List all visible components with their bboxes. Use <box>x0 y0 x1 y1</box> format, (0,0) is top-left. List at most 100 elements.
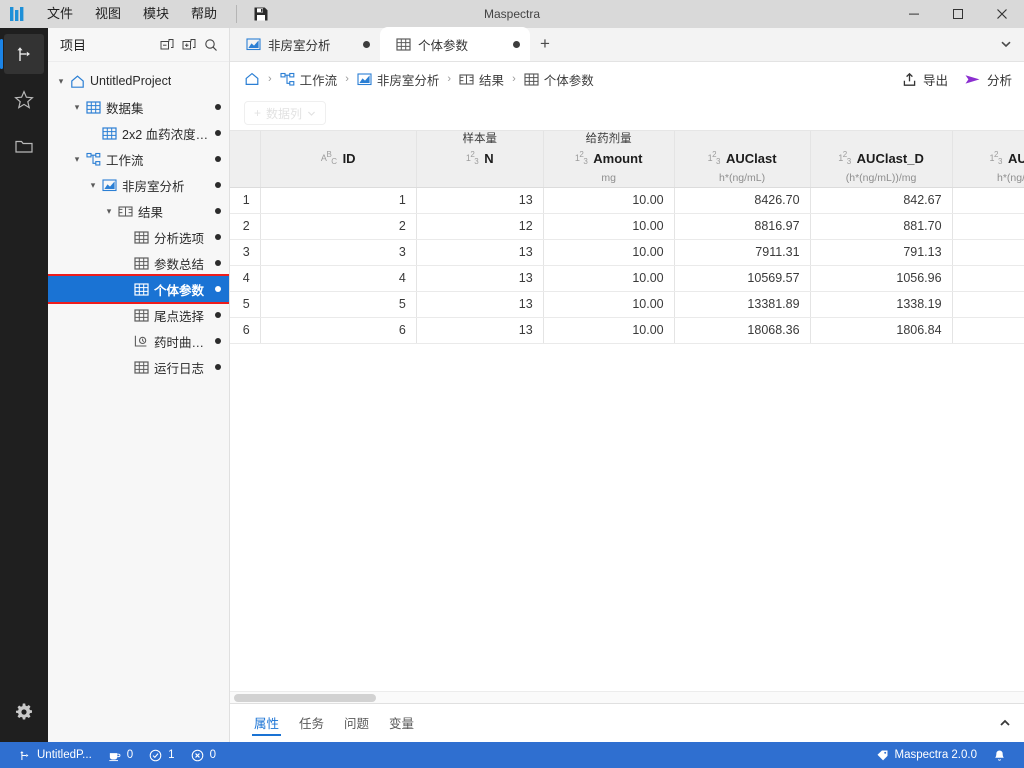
table-cell[interactable]: 5 <box>260 291 417 318</box>
rail-item-settings[interactable] <box>4 692 44 732</box>
tree-item-5[interactable]: ▾ 结果 <box>48 198 229 224</box>
table-cell[interactable]: 10.00 <box>543 291 675 318</box>
row-number-cell[interactable]: 5 <box>230 291 261 318</box>
bottom-panel-tab-0[interactable]: 属性 <box>244 704 289 742</box>
column-header-ID[interactable]: ABC ID <box>260 131 417 188</box>
chevron-down-icon[interactable]: ▾ <box>70 102 84 113</box>
horizontal-scrollbar-thumb[interactable] <box>234 694 376 702</box>
column-header-AUClast[interactable]: 123 AUClast h*(ng/mL) <box>674 131 811 188</box>
table-row[interactable]: 111310.008426.70842.678426.70 <box>230 187 1024 214</box>
table-row[interactable]: 221210.008816.97881.708816.97 <box>230 213 1024 240</box>
status-tasks[interactable]: 0 <box>100 742 141 768</box>
analyze-button[interactable]: 分析 <box>964 70 1012 89</box>
table-cell[interactable]: 10.00 <box>543 213 675 240</box>
breadcrumb-item-results[interactable]: 结果 <box>459 70 504 89</box>
column-header-N[interactable]: 样本量 123 N <box>416 131 544 188</box>
tree-item-11[interactable]: 运行日志 <box>48 354 229 380</box>
status-version[interactable]: Maspectra 2.0.0 <box>868 742 985 768</box>
table-cell[interactable]: 1806.84 <box>810 317 953 344</box>
bottom-panel-tab-2[interactable]: 问题 <box>334 704 379 742</box>
table-cell[interactable]: 8816.97 <box>952 213 1024 240</box>
bottom-panel-tab-3[interactable]: 变量 <box>379 704 424 742</box>
horizontal-scrollbar[interactable] <box>230 691 1024 703</box>
search-icon[interactable] <box>201 35 221 55</box>
table-cell[interactable]: 842.67 <box>810 187 953 214</box>
tree-item-0[interactable]: ▾ UntitledProject <box>48 68 229 94</box>
status-error[interactable]: 0 <box>183 742 224 768</box>
rail-item-workflow[interactable] <box>0 34 44 74</box>
table-cell[interactable]: 8426.70 <box>952 187 1024 214</box>
table-cell[interactable]: 10569.57 <box>952 265 1024 292</box>
editor-tab-modified-dot[interactable] <box>513 40 520 48</box>
menu-help[interactable]: 帮助 <box>180 0 228 28</box>
table-cell[interactable]: 7911.31 <box>674 239 811 266</box>
collapse-all-icon[interactable] <box>157 35 177 55</box>
table-cell[interactable]: 18068.36 <box>952 317 1024 344</box>
tree-item-4[interactable]: ▾ 非房室分析 <box>48 172 229 198</box>
table-cell[interactable]: 10.00 <box>543 265 675 292</box>
row-number-cell[interactable]: 3 <box>230 239 261 266</box>
table-row[interactable]: 331310.007911.31791.137911.31 <box>230 239 1024 266</box>
table-cell[interactable]: 881.70 <box>810 213 953 240</box>
table-row[interactable]: 441310.0010569.571056.9610569.57 <box>230 265 1024 292</box>
table-cell[interactable]: 1338.19 <box>810 291 953 318</box>
column-header-AUClast_D[interactable]: 123 AUClast_D (h*(ng/mL))/mg <box>810 131 953 188</box>
table-cell[interactable]: 791.13 <box>810 239 953 266</box>
table-cell[interactable]: 13 <box>416 291 544 318</box>
menu-module[interactable]: 模块 <box>132 0 180 28</box>
table-cell[interactable]: 6 <box>260 317 417 344</box>
bottom-panel-tab-1[interactable]: 任务 <box>289 704 334 742</box>
table-cell[interactable]: 10569.57 <box>674 265 811 292</box>
table-cell[interactable]: 4 <box>260 265 417 292</box>
chevron-up-icon[interactable] <box>998 716 1012 730</box>
chevron-down-icon[interactable]: ▾ <box>86 180 100 191</box>
add-data-column-button[interactable]: + 数据列 <box>244 101 327 125</box>
editor-tab-0[interactable]: 非房室分析 <box>230 27 380 61</box>
editor-tab-1[interactable]: 个体参数 <box>380 27 530 61</box>
tree-item-1[interactable]: ▾ 数据集 <box>48 94 229 120</box>
table-cell[interactable]: 10.00 <box>543 239 675 266</box>
table-cell[interactable]: 3 <box>260 239 417 266</box>
tree-item-7[interactable]: 参数总结 <box>48 250 229 276</box>
row-number-cell[interactable]: 2 <box>230 213 261 240</box>
breadcrumb-item-nca[interactable]: 非房室分析 <box>357 70 439 89</box>
table-cell[interactable]: 8426.70 <box>674 187 811 214</box>
table-cell[interactable]: 8816.97 <box>674 213 811 240</box>
minimize-button[interactable] <box>892 0 936 28</box>
tree-item-3[interactable]: ▾ 工作流 <box>48 146 229 172</box>
table-cell[interactable]: 1056.96 <box>810 265 953 292</box>
tree-item-6[interactable]: 分析选项 <box>48 224 229 250</box>
menu-file[interactable]: 文件 <box>36 0 84 28</box>
table-cell[interactable]: 13381.89 <box>952 291 1024 318</box>
status-project[interactable]: UntitledP... <box>10 742 100 768</box>
table-cell[interactable]: 12 <box>416 213 544 240</box>
table-corner-cell[interactable] <box>230 131 261 188</box>
new-tab-button[interactable]: + <box>530 27 560 61</box>
table-cell[interactable]: 13 <box>416 317 544 344</box>
row-number-cell[interactable]: 6 <box>230 317 261 344</box>
column-header-AUCall[interactable]: 123 AUCall h*(ng/mL) <box>952 131 1024 188</box>
row-number-cell[interactable]: 1 <box>230 187 261 214</box>
status-notifications[interactable] <box>985 742 1014 768</box>
table-cell[interactable]: 1 <box>260 187 417 214</box>
table-cell[interactable]: 7911.31 <box>952 239 1024 266</box>
chevron-down-icon[interactable] <box>1000 38 1012 50</box>
tree-item-2[interactable]: 2x2 血药浓度… <box>48 120 229 146</box>
chevron-down-icon[interactable]: ▾ <box>70 154 84 165</box>
save-icon[interactable] <box>245 0 277 28</box>
maximize-button[interactable] <box>936 0 980 28</box>
table-row[interactable]: 551310.0013381.891338.1913381.89 <box>230 291 1024 318</box>
row-number-cell[interactable]: 4 <box>230 265 261 292</box>
table-row[interactable]: 661310.0018068.361806.8418068.36 <box>230 317 1024 344</box>
chevron-down-icon[interactable]: ▾ <box>54 76 68 87</box>
tree-item-10[interactable]: 药时曲线图 <box>48 328 229 354</box>
status-success[interactable]: 1 <box>141 742 182 768</box>
rail-item-files[interactable] <box>4 126 44 166</box>
breadcrumb-item-workflow[interactable]: 工作流 <box>280 70 337 89</box>
tree-item-9[interactable]: 尾点选择 <box>48 302 229 328</box>
breadcrumb-item-individual-params[interactable]: 个体参数 <box>524 70 594 89</box>
table-cell[interactable]: 2 <box>260 213 417 240</box>
table-cell[interactable]: 13381.89 <box>674 291 811 318</box>
data-table-container[interactable]: ABC ID 样本量 123 N 给药剂量 123 Amount mg 123 AUClast… <box>230 130 1024 703</box>
expand-all-icon[interactable] <box>179 35 199 55</box>
